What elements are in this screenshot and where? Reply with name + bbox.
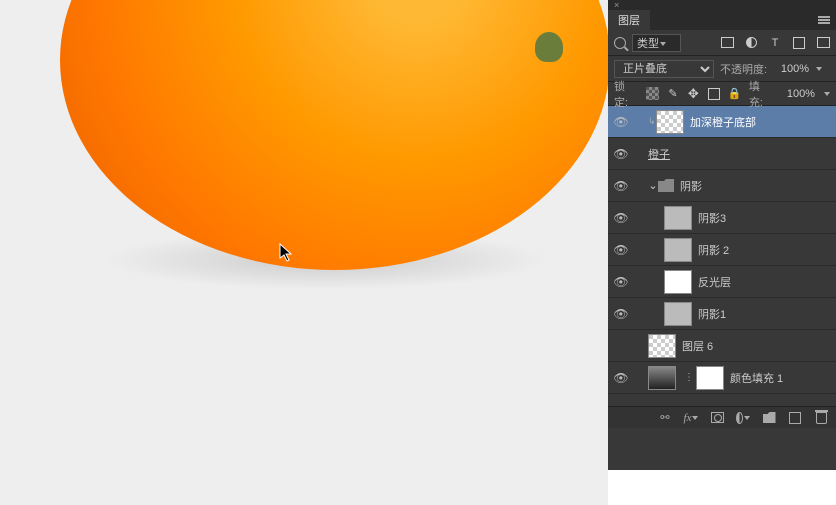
search-icon[interactable] xyxy=(614,37,626,49)
layer-name[interactable]: 图层 6 xyxy=(682,338,713,354)
filter-smart-icon[interactable] xyxy=(816,37,830,49)
layer-row[interactable]: 👁 反光层 xyxy=(608,266,836,298)
visibility-toggle[interactable]: 👁 xyxy=(612,371,630,385)
visibility-toggle[interactable]: 👁 xyxy=(612,307,630,321)
lock-transparency-icon[interactable] xyxy=(646,87,659,100)
layer-name[interactable]: 阴影3 xyxy=(698,210,726,226)
layer-row[interactable]: 👁 橙子 xyxy=(608,138,836,170)
layer-thumbnail[interactable] xyxy=(648,366,676,390)
lock-label: 锁定: xyxy=(614,78,638,110)
visibility-toggle[interactable]: 👁 xyxy=(612,147,630,161)
layer-thumbnail[interactable] xyxy=(664,270,692,294)
layer-thumbnail[interactable] xyxy=(664,206,692,230)
layer-name[interactable]: 橙子 xyxy=(648,146,670,162)
close-icon[interactable]: × xyxy=(614,0,619,10)
layer-row[interactable]: 👁 ⋮ 颜色填充 1 xyxy=(608,362,836,394)
delete-layer-icon[interactable] xyxy=(814,411,828,425)
adjustment-layer-icon[interactable] xyxy=(736,411,750,425)
layer-row[interactable]: 👁 阴影1 xyxy=(608,298,836,330)
lock-all-icon[interactable]: 🔒 xyxy=(728,87,741,100)
panel-tabs: 图层 xyxy=(608,10,836,30)
panel-titlebar: × xyxy=(608,0,836,10)
layer-thumbnail[interactable] xyxy=(648,334,676,358)
lock-row: 锁定: ✎ 🔒 填充: 100% xyxy=(608,82,836,106)
tab-layers[interactable]: 图层 xyxy=(608,10,650,30)
layer-row[interactable]: 👁 阴影 2 xyxy=(608,234,836,266)
link-layers-icon[interactable]: ⚯ xyxy=(658,411,672,425)
layer-mask-thumbnail[interactable] xyxy=(696,366,724,390)
visibility-toggle[interactable]: 👁 xyxy=(612,211,630,225)
layers-panel: × 图层 类型 T 正片叠底 不透明度: 100% 锁定: ✎ xyxy=(608,0,836,470)
layer-name[interactable]: 阴影 xyxy=(680,178,702,194)
lock-pixels-icon[interactable]: ✎ xyxy=(667,87,679,100)
filter-adjustment-icon[interactable] xyxy=(744,37,758,49)
filter-type-icon[interactable]: T xyxy=(768,37,782,49)
filter-pixel-icon[interactable] xyxy=(720,37,734,49)
layer-effects-icon[interactable]: fx xyxy=(684,411,698,425)
opacity-value[interactable]: 100% xyxy=(773,63,809,75)
layer-group-row[interactable]: 👁 ⌄ 阴影 xyxy=(608,170,836,202)
visibility-toggle[interactable]: 👁 xyxy=(612,243,630,257)
fill-label: 填充: xyxy=(749,78,773,110)
blend-row: 正片叠底 不透明度: 100% xyxy=(608,56,836,82)
fill-value[interactable]: 100% xyxy=(781,88,815,100)
layer-row[interactable]: 👁 阴影3 xyxy=(608,202,836,234)
lock-position-icon[interactable] xyxy=(687,87,699,100)
visibility-toggle[interactable]: 👁 xyxy=(612,115,630,129)
filter-type-select[interactable]: 类型 xyxy=(632,34,681,52)
clip-indicator-icon: ↳ xyxy=(648,116,656,127)
filter-row: 类型 T xyxy=(608,30,836,56)
layer-name[interactable]: 加深橙子底部 xyxy=(690,114,756,130)
orange-stem xyxy=(535,32,563,62)
visibility-toggle[interactable]: 👁 xyxy=(612,275,630,289)
layer-row[interactable]: 👁 ↳ 加深橙子底部 xyxy=(608,106,836,138)
orange-image xyxy=(60,0,610,270)
layers-footer: ⚯ fx xyxy=(608,406,836,428)
new-layer-icon[interactable] xyxy=(788,411,802,425)
layer-name[interactable]: 阴影 2 xyxy=(698,242,729,258)
layer-name[interactable]: 反光层 xyxy=(698,274,731,290)
filter-shape-icon[interactable] xyxy=(792,37,806,49)
add-mask-icon[interactable] xyxy=(710,411,724,425)
fill-dropdown-icon[interactable] xyxy=(824,92,830,96)
layer-thumbnail[interactable] xyxy=(664,238,692,262)
mouse-cursor xyxy=(278,243,296,263)
layer-name[interactable]: 阴影1 xyxy=(698,306,726,322)
layer-row[interactable]: 图层 6 xyxy=(608,330,836,362)
new-group-icon[interactable] xyxy=(762,411,776,425)
mask-link-icon[interactable]: ⋮ xyxy=(684,372,694,383)
layer-name[interactable]: 颜色填充 1 xyxy=(730,370,783,386)
folder-icon xyxy=(658,179,674,192)
visibility-toggle[interactable]: 👁 xyxy=(612,179,630,193)
lock-artboard-icon[interactable] xyxy=(708,87,720,100)
layer-thumbnail[interactable] xyxy=(656,110,684,134)
panel-menu-icon[interactable] xyxy=(818,16,830,24)
blend-mode-select[interactable]: 正片叠底 xyxy=(614,60,714,78)
canvas-area[interactable] xyxy=(0,0,608,505)
opacity-label: 不透明度: xyxy=(720,61,767,77)
layer-thumbnail[interactable] xyxy=(664,302,692,326)
opacity-dropdown-icon[interactable] xyxy=(816,67,822,71)
expand-toggle-icon[interactable]: ⌄ xyxy=(648,179,658,192)
layers-list: 👁 ↳ 加深橙子底部 👁 橙子 👁 ⌄ 阴影 👁 阴影3 👁 xyxy=(608,106,836,406)
